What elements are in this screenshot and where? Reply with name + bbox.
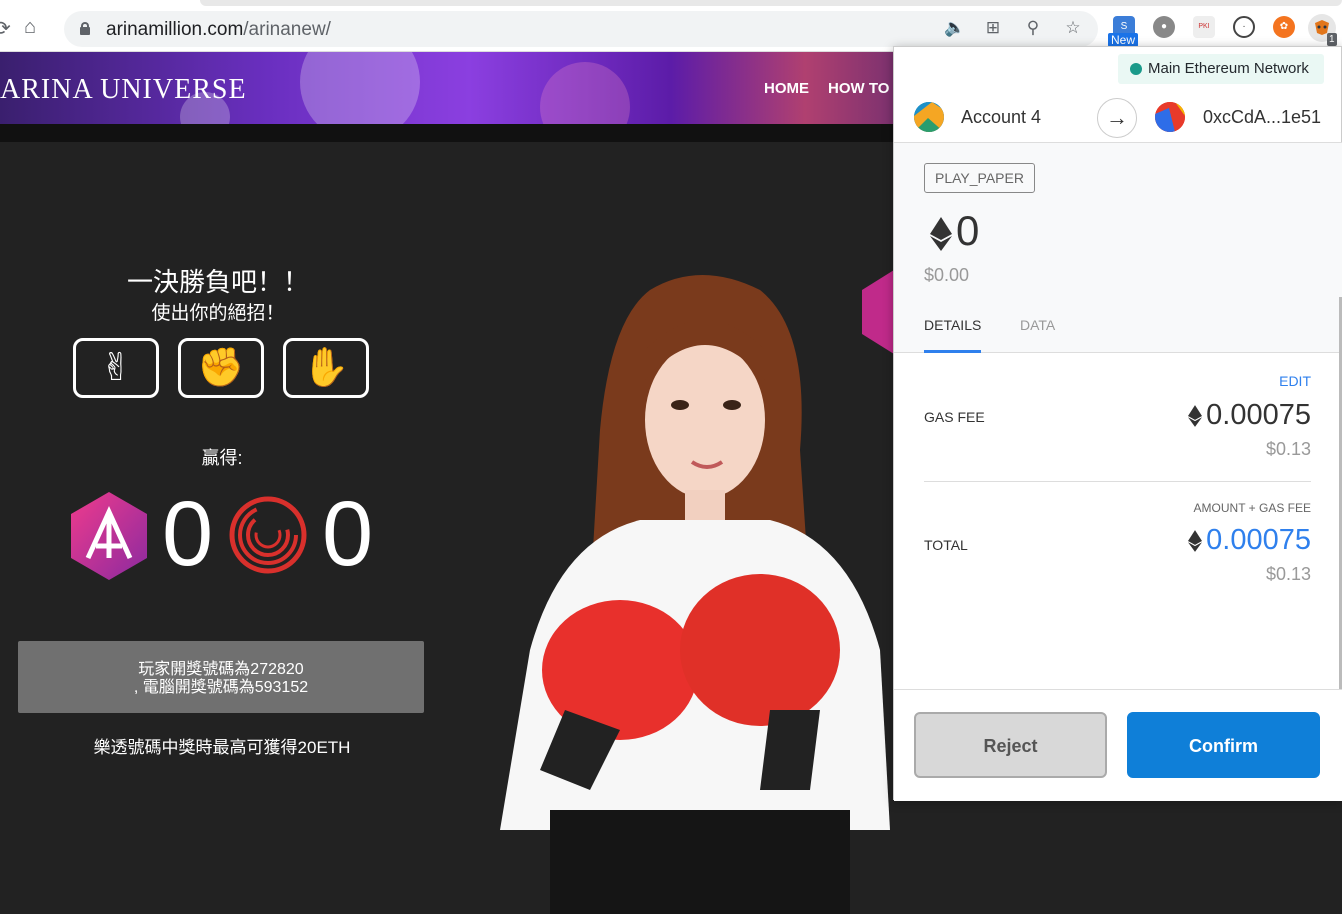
network-selector[interactable]: Main Ethereum Network (1118, 54, 1324, 84)
eth-icon (1188, 530, 1203, 553)
from-account-name[interactable]: Account 4 (961, 107, 1041, 128)
address-bar[interactable]: arinamillion.com/arinanew/ 🔈 ⊞ ⚲ ☆ (64, 11, 1098, 47)
tab-strip (200, 0, 1342, 6)
jackpot-note: 樂透號碼中獎時最高可獲得20ETH (93, 738, 351, 757)
zoom-icon[interactable]: ⚲ (1022, 18, 1044, 38)
computer-ring-icon (229, 496, 307, 574)
result-box: 玩家開獎號碼為272820 , 電腦開獎號碼為593152 (18, 641, 424, 713)
header-bokeh (540, 62, 630, 124)
nav-home[interactable]: HOME (764, 80, 809, 97)
eth-icon (930, 216, 952, 251)
amount-eth: 0 (930, 203, 979, 259)
extension-smartpki-icon[interactable]: PKI (1193, 16, 1215, 38)
reload-icon[interactable]: ⟳ (0, 16, 11, 41)
total-eth: 0.00075 (1188, 524, 1311, 557)
lock-icon (80, 22, 90, 35)
gas-fee-usd: $0.13 (1265, 439, 1311, 459)
total-label: TOTAL (924, 537, 968, 553)
paper-hand-icon: ✋ (302, 347, 350, 389)
gas-fee-eth-value: 0.00075 (1206, 399, 1311, 431)
rock-fist-icon: ✊ (197, 347, 245, 389)
url-path: /arinanew/ (243, 19, 331, 40)
extension-code-icon[interactable]: · (1233, 16, 1255, 38)
tab-details[interactable]: DETAILS (924, 317, 982, 353)
nav-how-to[interactable]: HOW TO (828, 80, 889, 97)
total-eth-value: 0.00075 (1206, 524, 1311, 556)
account-row: Account 4 → 0xcCdA...1e51 (894, 91, 1342, 143)
amount-eth-value: 0 (956, 207, 980, 254)
url-text: arinamillion.com/arinanew/ (106, 19, 331, 41)
bookmark-star-icon[interactable]: ☆ (1062, 18, 1084, 38)
scissors-button[interactable]: ✌ (73, 338, 159, 398)
side-hexagon-decoration (862, 270, 894, 354)
new-badge: New (1108, 33, 1139, 47)
method-tag: PLAY_PAPER (924, 163, 1035, 193)
player-score: 0 (162, 483, 214, 585)
game-subheading: 使出你的絕招！ (151, 303, 285, 324)
result-computer-number: , 電腦開獎號碼為593152 (133, 679, 309, 696)
header-bokeh (300, 52, 420, 124)
total-usd: $0.13 (1265, 564, 1311, 584)
extension-orange-icon[interactable]: ✿ (1273, 16, 1295, 38)
arrow-right-icon: → (1097, 98, 1137, 138)
transaction-summary: PLAY_PAPER 0 $0.00 DETAILS DATA (894, 143, 1342, 353)
amount-gas-label: AMOUNT + GAS FEE (1193, 501, 1311, 515)
site-logo[interactable]: ARINA UNIVERSE (0, 74, 247, 106)
game-heading: 一決勝負吧！！ (126, 267, 309, 297)
from-account-avatar (914, 102, 944, 132)
wins-label: 贏得: (201, 448, 243, 468)
reject-button[interactable]: Reject (914, 712, 1107, 778)
extension-count-badge: 1 (1327, 33, 1337, 46)
tab-data[interactable]: DATA (1020, 317, 1055, 353)
network-name: Main Ethereum Network (1148, 60, 1309, 77)
home-icon[interactable]: ⌂ (24, 16, 36, 39)
metamask-popup: Main Ethereum Network Account 4 → 0xcCdA… (893, 46, 1342, 801)
confirm-button[interactable]: Confirm (1127, 712, 1320, 778)
gas-fee-eth: 0.00075 (1188, 399, 1311, 432)
browser-toolbar: ⟳ ⌂ arinamillion.com/arinanew/ 🔈 ⊞ ⚲ ☆ S… (0, 0, 1342, 52)
amount-usd: $0.00 (924, 265, 970, 285)
url-domain: arinamillion.com (106, 19, 244, 40)
popup-footer: Reject Confirm (894, 689, 1342, 801)
player-hexagon-icon (71, 492, 147, 580)
mute-icon[interactable]: 🔈 (944, 18, 966, 38)
to-address[interactable]: 0xcCdA...1e51 (1203, 107, 1321, 128)
network-status-dot (1130, 63, 1142, 75)
extension-tomato-icon[interactable]: ● (1153, 16, 1175, 38)
to-account-avatar (1155, 102, 1185, 132)
rock-button[interactable]: ✊ (178, 338, 264, 398)
paper-button[interactable]: ✋ (283, 338, 369, 398)
gas-fee-label: GAS FEE (924, 409, 985, 425)
result-player-number: 玩家開獎號碼為272820 (138, 661, 304, 678)
edit-gas-link[interactable]: EDIT (1279, 373, 1311, 389)
details-divider (924, 481, 1311, 482)
translate-icon[interactable]: ⊞ (982, 18, 1004, 38)
eth-icon (1188, 405, 1203, 428)
boxing-girl-image (500, 275, 890, 914)
computer-score: 0 (322, 483, 374, 585)
scissors-hand-icon: ✌ (100, 347, 132, 389)
